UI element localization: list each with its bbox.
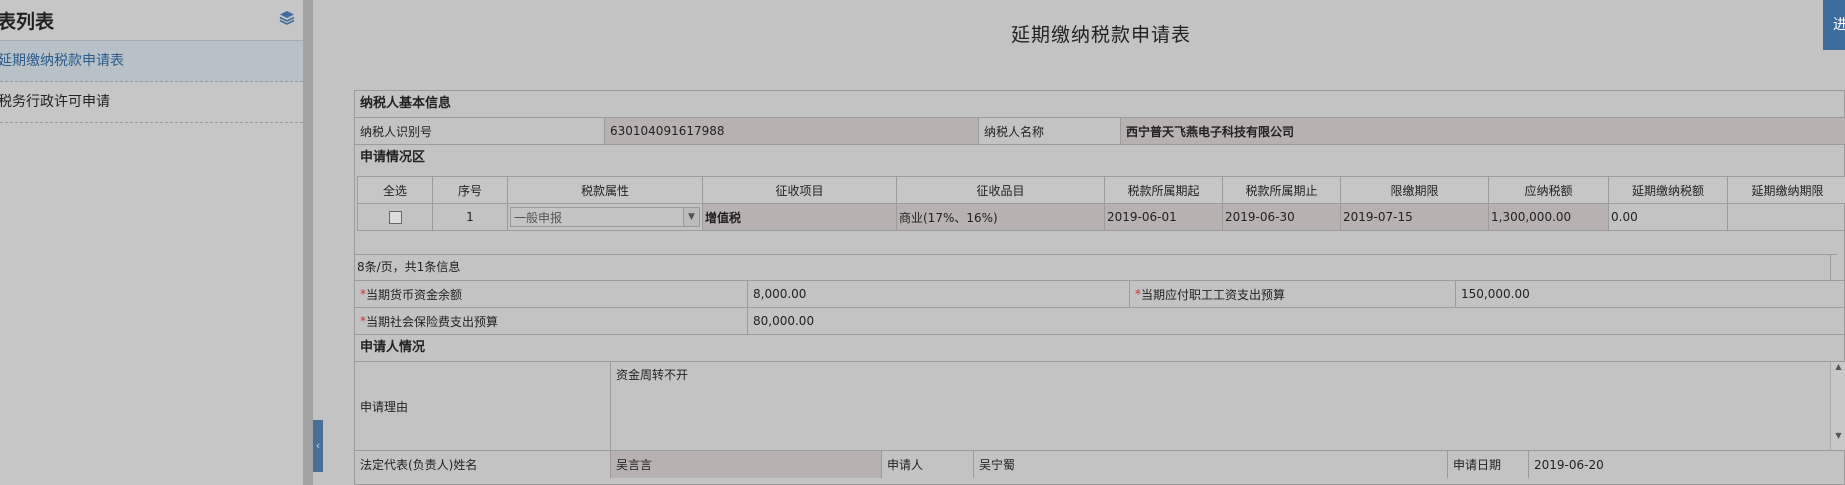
pager-info: 8条/页，共1条信息 [355, 254, 1837, 281]
section-applicant: 申请人情况 [355, 335, 1844, 362]
sidebar: 表列表 延期缴纳税款申请表 税务行政许可申请 [0, 0, 303, 485]
insurance-budget-label: * 当期社会保险费支出预算 [355, 308, 748, 334]
scroll-down-icon[interactable]: ▼ [1831, 431, 1845, 440]
taxpayer-name-value: 西宁普天飞燕电子科技有限公司 [1121, 118, 1845, 144]
layers-icon[interactable] [278, 9, 296, 27]
section-taxpayer-info: 纳税人基本信息 [355, 91, 1844, 118]
row-tax-due: 1,300,000.00 [1489, 204, 1609, 230]
reason-row: 申请理由 资金周转不开 ▲ ▼ [355, 362, 1845, 451]
grid-header: 全选 序号 税款属性 征收项目 征收品目 税款所属期起 税款所属期止 限缴期限 … [357, 176, 1845, 204]
collapse-sidebar-button[interactable]: ‹ [313, 420, 323, 472]
row-deferred-deadline-input[interactable] [1728, 204, 1845, 230]
funds-row-2: * 当期社会保险费支出预算 80,000.00 [355, 308, 1844, 335]
col-tax-attr: 税款属性 [508, 177, 703, 203]
pager-scrollbar[interactable] [1830, 254, 1845, 281]
reason-textarea[interactable]: 资金周转不开 ▲ ▼ [611, 362, 1845, 450]
application-form: 纳税人基本信息 纳税人识别号 630104091617988 纳税人名称 西宁普… [354, 90, 1845, 485]
tax-attr-select[interactable]: 一般申报 ▼ [510, 207, 700, 227]
reason-text: 资金周转不开 [616, 368, 689, 382]
legal-rep-value: 吴言言 [611, 451, 882, 478]
insurance-budget-input[interactable]: 80,000.00 [748, 308, 1845, 334]
reason-scrollbar[interactable]: ▲ ▼ [1830, 362, 1845, 450]
row-period-end: 2019-06-30 [1223, 204, 1341, 230]
sidebar-title: 表列表 [0, 11, 55, 33]
taxpayer-id-value: 630104091617988 [605, 118, 979, 144]
reason-label: 申请理由 [355, 362, 611, 450]
row-checkbox[interactable] [388, 210, 402, 224]
taxpayer-row: 纳税人识别号 630104091617988 纳税人名称 西宁普天飞燕电子科技有… [355, 118, 1845, 145]
row-levy-item: 增值税 [703, 204, 897, 230]
signature-row: 法定代表(负责人)姓名 吴言言 申请人 吴宁蜀 申请日期 2019-06-20 [355, 451, 1844, 478]
salary-budget-input[interactable]: 150,000.00 [1456, 281, 1845, 307]
table-row: 1 一般申报 ▼ 增值税 商业(17%、16%) 2019-06-01 2019… [357, 204, 1845, 231]
col-select-all[interactable]: 全选 [358, 177, 433, 203]
col-levy-item: 征收项目 [703, 177, 897, 203]
col-period-end: 税款所属期止 [1223, 177, 1341, 203]
row-deferred-amount-input[interactable]: 0.00 [1609, 204, 1728, 230]
col-levy-category: 征收品目 [897, 177, 1105, 203]
col-deferred-deadline: 延期缴纳期限 [1751, 183, 1824, 198]
sidebar-item-deferred-tax[interactable]: 延期缴纳税款申请表 [0, 41, 303, 82]
funds-row-1: * 当期货币资金余额 8,000.00 * 当期应付职工工资支出预算 150,000… [355, 281, 1844, 308]
row-seq: 1 [433, 204, 508, 230]
col-deadline: 限缴期限 [1341, 177, 1489, 203]
sidebar-divider[interactable] [303, 0, 313, 485]
sidebar-item-label: 延期缴纳税款申请表 [0, 53, 124, 69]
cash-balance-input[interactable]: 8,000.00 [748, 281, 1130, 307]
page-title: 延期缴纳税款申请表 [1010, 24, 1191, 46]
row-levy-category: 商业(17%、16%) [897, 204, 1105, 230]
taxpayer-id-label: 纳税人识别号 [355, 118, 605, 144]
taxpayer-name-label: 纳税人名称 [979, 118, 1121, 144]
sidebar-header: 表列表 [0, 0, 303, 41]
row-tax-attr-cell: 一般申报 ▼ [508, 204, 703, 230]
applicant-label: 申请人 [882, 451, 974, 478]
col-seq: 序号 [433, 177, 508, 203]
date-label: 申请日期 [1448, 451, 1529, 478]
section-application: 申请情况区 [360, 150, 426, 165]
application-grid: 全选 序号 税款属性 征收项目 征收品目 税款所属期起 税款所属期止 限缴期限 … [357, 176, 1845, 233]
chevron-down-icon[interactable]: ▼ [683, 208, 699, 226]
col-tax-due: 应纳税额 [1489, 177, 1609, 203]
row-period-start: 2019-06-01 [1105, 204, 1223, 230]
tax-attr-select-value: 一般申报 [514, 211, 563, 225]
salary-budget-label: * 当期应付职工工资支出预算 [1130, 281, 1456, 307]
col-deferred-amount: 延期缴纳税额 [1609, 177, 1728, 203]
row-deadline: 2019-07-15 [1341, 204, 1489, 230]
sidebar-item-admin-permit[interactable]: 税务行政许可申请 [0, 82, 303, 123]
enter-button[interactable]: 进 [1823, 0, 1845, 50]
row-checkbox-cell [358, 204, 433, 230]
sidebar-item-label: 税务行政许可申请 [0, 94, 110, 110]
scroll-up-icon[interactable]: ▲ [1831, 362, 1845, 371]
legal-rep-label: 法定代表(负责人)姓名 [355, 451, 611, 478]
date-input[interactable]: 2019-06-20 [1529, 451, 1845, 478]
applicant-input[interactable]: 吴宁蜀 [974, 451, 1448, 478]
col-period-start: 税款所属期起 [1105, 177, 1223, 203]
cash-balance-label: * 当期货币资金余额 [355, 281, 748, 307]
